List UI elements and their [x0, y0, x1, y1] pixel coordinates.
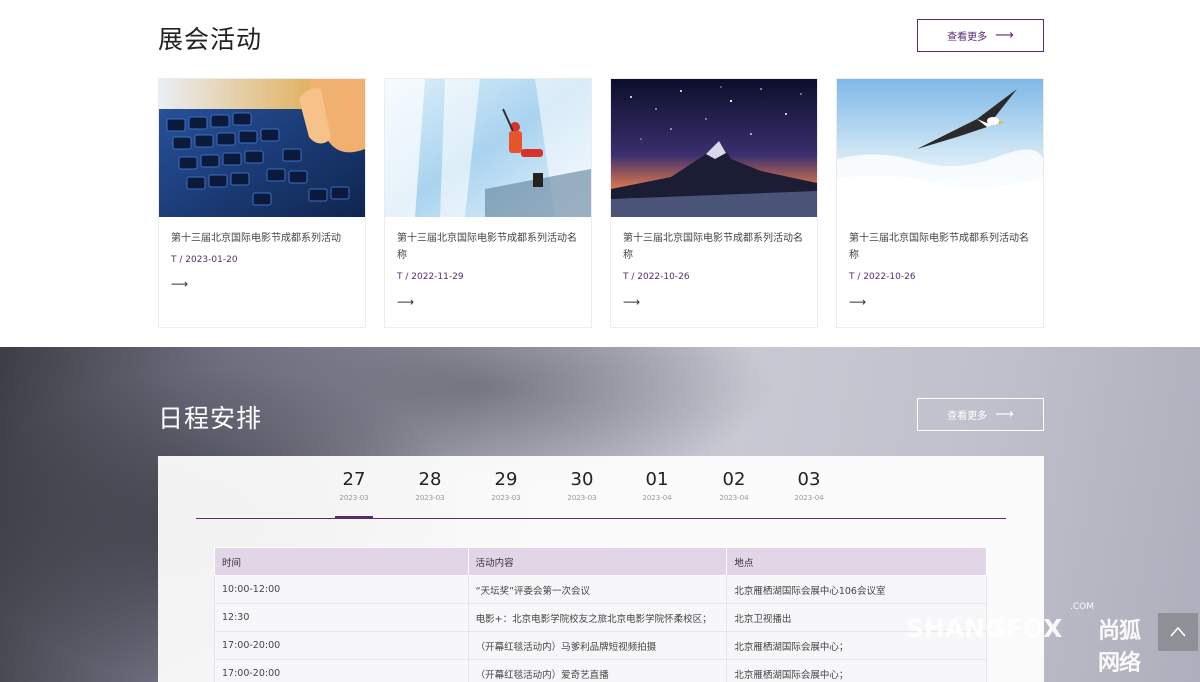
- table-row: 10:00-12:00 “天坛奖”评委会第一次会议 北京雁栖湖国际会展中心106…: [214, 575, 987, 604]
- date-year-month: 2023-04: [794, 494, 824, 502]
- schedule-more-button[interactable]: 查看更多 ⟶: [917, 398, 1044, 431]
- exhibitions-section: 展会活动 查看更多 ⟶ 第十三届北京国际电影节成都系列活动 T / 2023-0…: [0, 0, 1200, 347]
- arrow-right-icon[interactable]: ⟶: [849, 295, 866, 309]
- date-day: 29: [494, 469, 518, 490]
- card-image-ice-climber: [385, 79, 591, 217]
- back-to-top-button[interactable]: [1158, 613, 1198, 651]
- table-header-row: 时间 活动内容 地点: [214, 547, 987, 576]
- column-header-location: 地点: [726, 547, 987, 576]
- exhibition-card[interactable]: 第十三届北京国际电影节成都系列活动名称 T / 2022-11-29 ⟶: [384, 78, 592, 328]
- date-day: 01: [645, 469, 669, 490]
- schedule-table: 时间 活动内容 地点 10:00-12:00 “天坛奖”评委会第一次会议 北京雁…: [214, 547, 987, 682]
- exhibition-card-list: 第十三届北京国际电影节成都系列活动 T / 2023-01-20 ⟶ 第十三届北…: [158, 78, 1044, 328]
- card-title[interactable]: 第十三届北京国际电影节成都系列活动: [171, 230, 355, 247]
- date-tabs: 27 2023-03 28 2023-03 29 2023-03 30 2023…: [158, 456, 1044, 520]
- date-day: 03: [797, 469, 821, 490]
- card-title[interactable]: 第十三届北京国际电影节成都系列活动名称: [397, 230, 581, 264]
- card-image-keyboard: [159, 79, 365, 217]
- watermark-brand: SHANGFOX: [906, 614, 1063, 643]
- card-image-starry-mountain: [611, 79, 817, 217]
- brand-watermark: .COM SHANGFOX 尚狐网络: [906, 600, 1156, 676]
- cell-location: 北京雁栖湖国际会展中心；: [726, 659, 987, 682]
- column-header-time: 时间: [214, 547, 469, 576]
- cell-time: 10:00-12:00: [214, 575, 469, 604]
- exhibitions-title: 展会活动: [158, 25, 263, 54]
- date-tabs-divider: [196, 518, 1006, 519]
- cell-content: “天坛奖”评委会第一次会议: [468, 575, 728, 604]
- arrow-right-icon[interactable]: ⟶: [171, 277, 188, 291]
- cell-time: 17:00-20:00: [214, 659, 469, 682]
- cell-content: （开幕红毯活动内）爱奇艺直播: [468, 659, 728, 682]
- cell-time: 17:00-20:00: [214, 631, 469, 660]
- exhibition-card[interactable]: 第十三届北京国际电影节成都系列活动 T / 2023-01-20 ⟶: [158, 78, 366, 328]
- cell-content: 电影+：北京电影学院校友之旅北京电影学院怀柔校区；: [468, 603, 728, 632]
- date-tab[interactable]: 27 2023-03: [324, 468, 384, 519]
- cell-content: （开幕红毯活动内）马爹利品牌短视频拍摄: [468, 631, 728, 660]
- cell-time: 12:30: [214, 603, 469, 632]
- column-header-content: 活动内容: [467, 547, 728, 576]
- date-year-month: 2023-03: [415, 494, 445, 502]
- more-label: 查看更多: [947, 32, 988, 43]
- exhibitions-more-button[interactable]: 查看更多 ⟶: [917, 19, 1044, 52]
- schedule-title: 日程安排: [158, 404, 263, 433]
- arrow-right-icon[interactable]: ⟶: [397, 295, 414, 309]
- date-year-month: 2023-03: [339, 494, 369, 502]
- arrow-right-icon: ⟶: [995, 407, 1014, 422]
- chevron-up-icon: [1170, 626, 1186, 637]
- watermark-brand-cn: 尚狐网络: [1098, 619, 1141, 676]
- date-tab[interactable]: 03 2023-04: [779, 468, 839, 502]
- arrow-right-icon[interactable]: ⟶: [623, 295, 640, 309]
- schedule-panel: 27 2023-03 28 2023-03 29 2023-03 30 2023…: [158, 456, 1044, 682]
- card-title[interactable]: 第十三届北京国际电影节成都系列活动名称: [849, 230, 1033, 264]
- date-tab[interactable]: 30 2023-03: [552, 468, 612, 502]
- card-date: T / 2022-10-26: [623, 272, 690, 282]
- date-year-month: 2023-04: [719, 494, 749, 502]
- date-tab[interactable]: 02 2023-04: [704, 468, 764, 502]
- exhibition-card[interactable]: 第十三届北京国际电影节成都系列活动名称 T / 2022-10-26 ⟶: [836, 78, 1044, 328]
- card-image-eagle-clouds: [837, 79, 1043, 217]
- date-day: 30: [570, 469, 594, 490]
- arrow-right-icon: ⟶: [995, 28, 1014, 43]
- table-row: 17:00-20:00 （开幕红毯活动内）马爹利品牌短视频拍摄 北京雁栖湖国际会…: [214, 631, 987, 660]
- exhibition-card[interactable]: 第十三届北京国际电影节成都系列活动名称 T / 2022-10-26 ⟶: [610, 78, 818, 328]
- watermark-suffix: .COM: [1070, 602, 1094, 612]
- table-row: 12:30 电影+：北京电影学院校友之旅北京电影学院怀柔校区； 北京卫视播出: [214, 603, 987, 632]
- date-year-month: 2023-04: [642, 494, 672, 502]
- date-day: 28: [418, 469, 442, 490]
- table-row: 17:00-20:00 （开幕红毯活动内）爱奇艺直播 北京雁栖湖国际会展中心；: [214, 659, 987, 682]
- date-year-month: 2023-03: [491, 494, 521, 502]
- card-date: T / 2022-11-29: [397, 272, 464, 282]
- date-tab[interactable]: 01 2023-04: [627, 468, 687, 502]
- date-tab[interactable]: 29 2023-03: [476, 468, 536, 502]
- date-day: 02: [722, 469, 746, 490]
- card-title[interactable]: 第十三届北京国际电影节成都系列活动名称: [623, 230, 807, 264]
- card-date: T / 2023-01-20: [171, 255, 238, 265]
- more-label: 查看更多: [947, 411, 988, 422]
- date-day: 27: [342, 469, 366, 490]
- card-date: T / 2022-10-26: [849, 272, 916, 282]
- date-tab[interactable]: 28 2023-03: [400, 468, 460, 502]
- date-year-month: 2023-03: [567, 494, 597, 502]
